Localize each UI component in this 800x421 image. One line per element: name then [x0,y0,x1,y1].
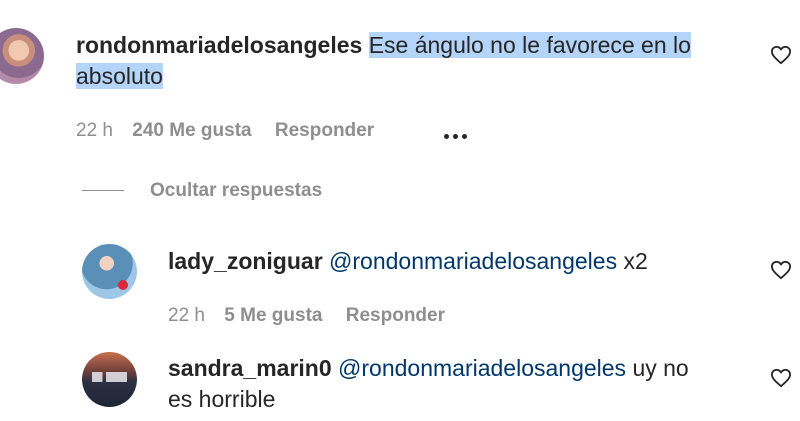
avatar-sandra-marin0[interactable] [82,352,137,407]
reply-1-mention[interactable]: @rondonmariadelosangeles [329,248,617,274]
comment-meta: 22 h 240 Me gusta Responder [76,119,374,143]
reply-1-time: 22 h [168,305,205,326]
comment-body-line2: absoluto [76,63,163,89]
hide-replies-button[interactable]: Ocultar respuestas [150,179,322,203]
comment-likes[interactable]: 240 Me gusta [132,120,251,141]
reply-2-username[interactable]: sandra_marin0 [168,355,332,381]
reply-2-body-line1: uy no [632,355,689,381]
heart-outline-icon[interactable] [770,45,792,65]
heart-outline-icon[interactable] [770,260,792,280]
comment-text: rondonmariadelosangeles Ese ángulo no le… [76,30,766,61]
reply-1-meta: 22 h 5 Me gusta Responder [168,304,445,328]
avatar-lady-zoniguar[interactable] [82,244,137,299]
reply-1-text: lady_zoniguar @rondonmariadelosangeles x… [168,246,648,277]
comment-time: 22 h [76,120,113,141]
more-options-icon[interactable] [444,126,472,139]
reply-1-reply-button[interactable]: Responder [346,305,445,326]
avatar-rondonmariadelosangeles[interactable] [0,28,44,84]
hide-replies-label[interactable]: Ocultar respuestas [150,180,322,201]
reply-2-body-line2: es horrible [168,386,276,412]
reply-2-mention[interactable]: @rondonmariadelosangeles [338,355,626,381]
comment-username[interactable]: rondonmariadelosangeles [76,32,362,58]
reply-1-likes[interactable]: 5 Me gusta [224,305,322,326]
comment-body-line1: Ese ángulo no le favorece en lo [368,32,691,58]
reply-2-text: sandra_marin0 @rondonmariadelosangeles u… [168,353,758,384]
comment-reply-button[interactable]: Responder [275,120,374,141]
heart-outline-icon[interactable] [770,368,792,388]
replies-divider [82,190,124,191]
reply-2-body-line2-wrap: es horrible [168,384,275,415]
reply-1-body: x2 [623,248,648,274]
comment-body-line2-wrap: absoluto [76,61,163,92]
reply-1-username[interactable]: lady_zoniguar [168,248,323,274]
